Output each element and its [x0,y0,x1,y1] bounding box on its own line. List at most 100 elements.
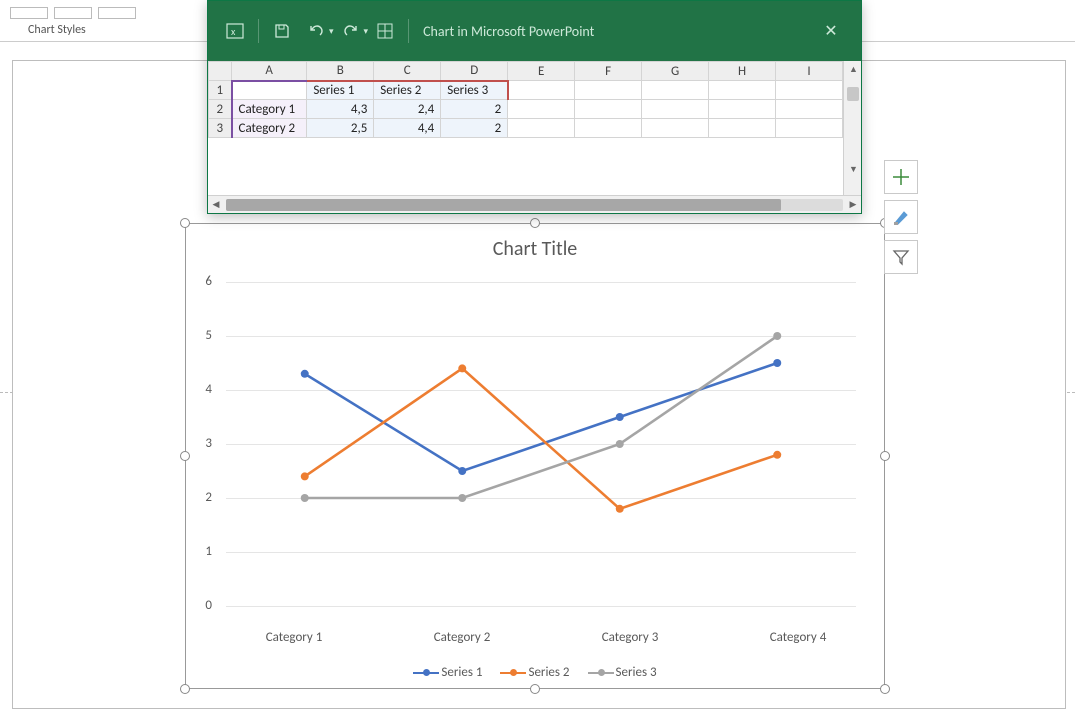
y-tick: 6 [192,274,212,289]
row-header[interactable]: 3 [209,119,232,138]
resize-handle-bl[interactable] [180,684,190,694]
vertical-scrollbar[interactable]: ▲ ▼ [843,61,861,195]
y-tick: 3 [192,436,212,451]
resize-handle-mr[interactable] [880,451,890,461]
resize-handle-bm[interactable] [530,684,540,694]
resize-handle-tl[interactable] [180,218,190,228]
cell[interactable] [508,100,575,119]
row-header[interactable]: 2 [209,100,232,119]
cell[interactable]: Category 1 [232,100,307,119]
legend-swatch-icon [588,668,614,678]
spreadsheet[interactable]: A B C D E F G H I 1 Series 1 Series 2 Se… [208,61,861,195]
cell[interactable] [575,100,642,119]
table-row[interactable]: 2 Category 1 4,3 2,4 2 [209,100,843,119]
save-button[interactable] [270,19,294,43]
horizontal-scrollbar[interactable]: ◀ ▶ [208,195,861,213]
y-tick: 4 [192,382,212,397]
chart-data-editor-window[interactable]: x ▾ ▾ Chart in Microsoft PowerPoint ✕ A … [207,0,862,214]
cell[interactable]: 2 [441,100,508,119]
cell[interactable]: Series 1 [307,81,374,100]
chart-object[interactable]: Chart Title 6 5 4 3 2 1 0 Category 1 Cat… [185,223,885,689]
col-header[interactable]: I [776,62,843,81]
row-header[interactable]: 1 [209,81,232,100]
y-tick: 5 [192,328,212,343]
resize-handle-br[interactable] [880,684,890,694]
select-all-cell[interactable] [209,62,232,81]
x-tick: Category 4 [748,630,848,645]
edit-data-button[interactable] [373,19,397,43]
cell[interactable]: 4,3 [307,100,374,119]
col-header[interactable]: E [508,62,575,81]
chart-lines-svg [226,282,856,622]
style-thumb[interactable] [10,7,48,19]
data-window-header[interactable]: x ▾ ▾ Chart in Microsoft PowerPoint ✕ [208,1,861,61]
chart-title[interactable]: Chart Title [186,237,884,261]
cell[interactable]: Category 2 [232,119,307,138]
close-button[interactable]: ✕ [811,21,851,41]
separator [258,19,259,43]
chart-legend[interactable]: Series 1 Series 2 Series 3 [186,665,884,680]
col-header[interactable]: C [374,62,441,81]
col-header[interactable]: B [307,62,374,81]
cell[interactable] [642,100,709,119]
y-tick: 0 [192,598,212,613]
table-row[interactable]: 3 Category 2 2,5 4,4 2 [209,119,843,138]
cell[interactable]: 4,4 [374,119,441,138]
table-row[interactable]: 1 Series 1 Series 2 Series 3 [209,81,843,100]
legend-item[interactable]: Series 1 [413,665,482,680]
cell[interactable] [575,119,642,138]
cell[interactable] [232,81,307,100]
cell[interactable] [709,100,776,119]
cell[interactable] [709,119,776,138]
style-thumb[interactable] [98,7,136,19]
cell[interactable] [575,81,642,100]
cell[interactable] [642,119,709,138]
grid-icon [377,23,393,39]
cell[interactable]: Series 2 [374,81,441,100]
cell[interactable]: Series 3 [441,81,508,100]
undo-button[interactable] [304,19,328,43]
cell[interactable] [776,81,843,100]
chart-filters-button[interactable] [884,240,918,274]
scroll-right-icon[interactable]: ▶ [845,199,861,210]
legend-item[interactable]: Series 2 [500,665,569,680]
chevron-down-icon[interactable]: ▾ [329,26,334,37]
resize-handle-ml[interactable] [180,451,190,461]
data-window-title: Chart in Microsoft PowerPoint [423,23,811,40]
cell[interactable] [776,119,843,138]
cell[interactable]: 2,4 [374,100,441,119]
col-header[interactable]: F [575,62,642,81]
col-header[interactable]: A [232,62,307,81]
cell[interactable] [508,119,575,138]
cell[interactable] [776,100,843,119]
chart-styles-button[interactable] [884,200,918,234]
legend-label: Series 2 [528,665,569,680]
cell[interactable]: 2,5 [307,119,374,138]
chart-plot-area[interactable]: 6 5 4 3 2 1 0 Category 1 Category 2 Cate… [216,282,856,622]
excel-app-icon[interactable]: x [223,19,247,43]
chart-elements-button[interactable] [884,160,918,194]
col-header[interactable]: G [642,62,709,81]
cell[interactable]: 2 [441,119,508,138]
legend-label: Series 1 [441,665,482,680]
col-header[interactable]: H [709,62,776,81]
scroll-thumb[interactable] [226,199,781,211]
plus-icon [892,168,910,186]
resize-handle-tm[interactable] [530,218,540,228]
legend-item[interactable]: Series 3 [588,665,657,680]
scroll-left-icon[interactable]: ◀ [208,199,224,210]
col-header[interactable]: D [441,62,508,81]
scroll-up-icon[interactable]: ▲ [849,64,858,75]
scroll-down-icon[interactable]: ▼ [849,164,858,175]
y-tick: 2 [192,490,212,505]
chevron-down-icon[interactable]: ▾ [364,26,369,37]
style-thumb[interactable] [54,7,92,19]
scroll-track[interactable] [226,199,843,211]
cell[interactable] [508,81,575,100]
cell[interactable] [709,81,776,100]
redo-button[interactable] [339,19,363,43]
undo-icon [308,23,324,39]
cell[interactable] [642,81,709,100]
scroll-thumb[interactable] [847,87,859,101]
data-grid[interactable]: A B C D E F G H I 1 Series 1 Series 2 Se… [208,61,843,138]
